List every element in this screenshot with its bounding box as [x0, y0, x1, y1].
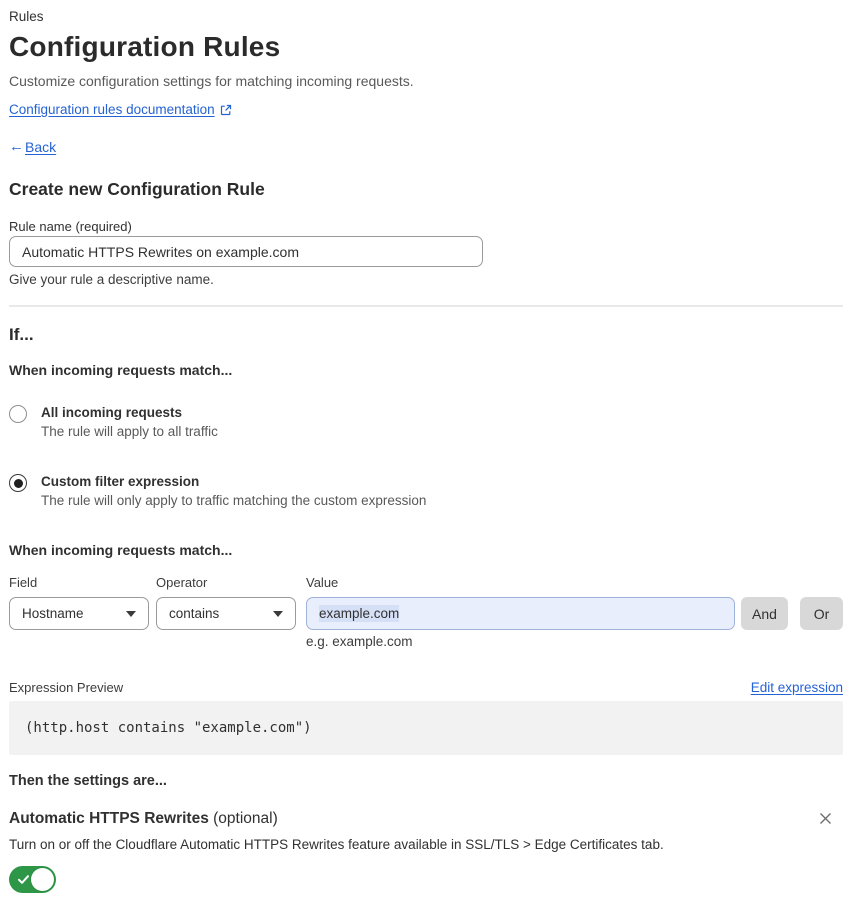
radio-selected-icon[interactable] — [9, 474, 27, 492]
chevron-down-icon — [126, 610, 136, 617]
rule-name-help: Give your rule a descriptive name. — [9, 272, 214, 287]
builder-heading: When incoming requests match... — [9, 542, 233, 558]
match-heading: When incoming requests match... — [9, 362, 233, 378]
back-arrow-icon: ← — [9, 138, 24, 155]
setting-description: Turn on or off the Cloudflare Automatic … — [9, 837, 664, 852]
value-hint: e.g. example.com — [306, 634, 413, 649]
field-select-value: Hostname — [22, 606, 84, 621]
radio-all-incoming-requests[interactable]: All incoming requests The rule will appl… — [9, 404, 843, 440]
close-setting-button[interactable] — [816, 809, 835, 828]
or-button[interactable]: Or — [800, 597, 843, 630]
if-heading: If... — [9, 325, 34, 344]
value-label: Value — [306, 575, 339, 590]
page-description: Customize configuration settings for mat… — [9, 73, 414, 89]
setting-toggle-on[interactable] — [9, 866, 56, 893]
rule-name-label: Rule name (required) — [9, 219, 132, 234]
operator-select-value: contains — [169, 606, 220, 621]
setting-optional-tag: (optional) — [213, 810, 278, 827]
external-link-icon — [220, 104, 232, 116]
radio-description: The rule will apply to all traffic — [41, 424, 218, 439]
checkmark-icon — [17, 873, 30, 889]
radio-label: All incoming requests — [41, 405, 183, 420]
radio-description: The rule will only apply to traffic matc… — [41, 493, 427, 508]
radio-custom-filter-expression[interactable]: Custom filter expression The rule will o… — [9, 473, 843, 509]
setting-name: Automatic HTTPS Rewrites — [9, 810, 209, 827]
value-input[interactable]: example.com — [306, 597, 735, 630]
value-input-text: example.com — [319, 605, 400, 622]
radio-label: Custom filter expression — [41, 474, 200, 489]
create-rule-heading: Create new Configuration Rule — [9, 179, 265, 199]
operator-label: Operator — [156, 575, 208, 590]
breadcrumb: Rules — [9, 9, 44, 24]
chevron-down-icon — [273, 610, 283, 617]
documentation-link[interactable]: Configuration rules documentation — [9, 102, 215, 118]
page-title: Configuration Rules — [9, 31, 281, 62]
expression-preview-code: (http.host contains "example.com") — [9, 701, 843, 755]
then-heading: Then the settings are... — [9, 773, 167, 789]
back-link[interactable]: Back — [25, 139, 56, 155]
field-select[interactable]: Hostname — [9, 597, 149, 630]
radio-unselected-icon[interactable] — [9, 405, 27, 423]
and-button[interactable]: And — [741, 597, 788, 630]
edit-expression-link[interactable]: Edit expression — [751, 679, 843, 696]
operator-select[interactable]: contains — [156, 597, 296, 630]
close-icon — [820, 813, 831, 824]
toggle-knob — [31, 868, 54, 891]
rule-name-input[interactable] — [9, 236, 483, 267]
section-divider — [9, 305, 843, 307]
setting-title: Automatic HTTPS Rewrites (optional) — [9, 809, 278, 828]
field-label: Field — [9, 575, 38, 590]
expression-preview-label: Expression Preview — [9, 680, 124, 695]
